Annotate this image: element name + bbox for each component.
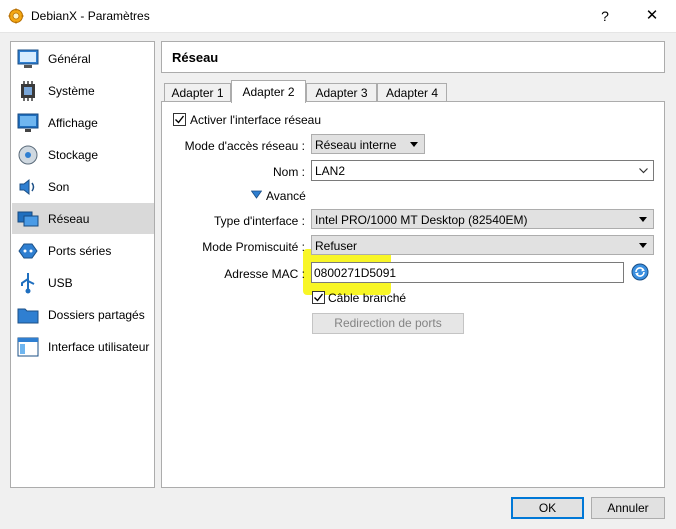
port-forwarding-button[interactable]: Redirection de ports: [312, 313, 464, 334]
sidebar-item-label: Dossiers partagés: [48, 308, 145, 322]
advanced-toggle[interactable]: Avancé: [266, 189, 306, 203]
sidebar-item-system[interactable]: Système: [12, 75, 154, 106]
sidebar-item-label: Ports séries: [48, 244, 112, 258]
shared-folders-icon: [17, 308, 39, 324]
sidebar-item-label: Affichage: [48, 116, 98, 130]
general-icon: [17, 49, 39, 68]
sidebar-item-serial-ports[interactable]: Ports séries: [12, 235, 154, 266]
network-name-label: Nom :: [272, 165, 305, 179]
enable-adapter-checkbox[interactable]: [173, 113, 186, 126]
chevron-down-icon: [639, 168, 648, 174]
sidebar-item-audio[interactable]: Son: [12, 171, 154, 202]
attach-mode-select[interactable]: Réseau interne: [311, 134, 425, 154]
sidebar-item-user-interface[interactable]: Interface utilisateur: [12, 331, 154, 362]
attach-mode-label: Mode d'accès réseau :: [184, 139, 305, 153]
page-title: Réseau: [172, 50, 219, 65]
sidebar-item-label: Système: [48, 84, 95, 98]
mac-address-value: 0800271D5091: [314, 266, 397, 280]
cable-connected-checkbox[interactable]: [312, 291, 325, 304]
network-icon: [17, 211, 39, 227]
tab-adapter-3[interactable]: Adapter 3: [306, 83, 377, 102]
promiscuous-mode-label: Mode Promiscuité :: [202, 240, 305, 254]
sidebar-item-storage[interactable]: Stockage: [12, 139, 154, 170]
attach-mode-value: Réseau interne: [315, 138, 397, 152]
settings-sidebar: Général Système Affichage Stockage Son R…: [10, 41, 155, 488]
sidebar-item-label: Réseau: [48, 212, 90, 226]
usb-icon: [21, 273, 35, 294]
display-icon: [17, 113, 39, 132]
close-button[interactable]: ✕: [632, 0, 672, 32]
app-gear-icon: [8, 8, 24, 24]
sidebar-item-display[interactable]: Affichage: [12, 107, 154, 138]
sidebar-item-label: Son: [48, 180, 70, 194]
mac-address-input[interactable]: 0800271D5091: [311, 262, 624, 283]
tab-adapter-2[interactable]: Adapter 2: [231, 80, 306, 103]
enable-adapter-label: Activer l'interface réseau: [190, 113, 322, 127]
promiscuous-mode-select[interactable]: Refuser: [311, 235, 654, 255]
adapter-type-value: Intel PRO/1000 MT Desktop (82540EM): [315, 213, 528, 227]
checkmark-icon: [314, 293, 324, 302]
cable-connected-label: Câble branché: [328, 291, 407, 305]
title-bar: DebianX - Paramètres ? ✕: [0, 0, 676, 33]
cancel-button[interactable]: Annuler: [591, 497, 665, 519]
ok-button[interactable]: OK: [511, 497, 584, 519]
adapter-type-label: Type d'interface :: [213, 214, 305, 228]
sidebar-item-usb[interactable]: USB: [12, 267, 154, 298]
advanced-expand-icon[interactable]: [251, 190, 262, 199]
tab-adapter-4[interactable]: Adapter 4: [377, 83, 447, 102]
tab-adapter-1[interactable]: Adapter 1: [164, 83, 231, 102]
sidebar-item-label: Interface utilisateur: [48, 340, 150, 354]
network-name-combo[interactable]: LAN2: [311, 160, 654, 181]
sidebar-item-label: Stockage: [48, 148, 99, 162]
sidebar-item-general[interactable]: Général: [12, 43, 154, 74]
audio-icon: [19, 178, 35, 196]
refresh-mac-icon[interactable]: [631, 263, 649, 281]
dropdown-arrow-icon: [410, 142, 418, 147]
dropdown-arrow-icon: [639, 217, 647, 222]
help-button[interactable]: ?: [590, 0, 620, 32]
sidebar-item-network[interactable]: Réseau: [12, 203, 154, 234]
window-title: DebianX - Paramètres: [31, 9, 150, 23]
storage-icon: [18, 145, 38, 165]
dropdown-arrow-icon: [639, 243, 647, 248]
page-header: Réseau: [161, 41, 665, 73]
serial-ports-icon: [18, 243, 38, 259]
sidebar-item-label: Général: [48, 52, 91, 66]
adapter-type-select[interactable]: Intel PRO/1000 MT Desktop (82540EM): [311, 209, 654, 229]
network-name-value: LAN2: [315, 164, 346, 178]
user-interface-icon: [17, 337, 39, 357]
promiscuous-mode-value: Refuser: [315, 239, 358, 253]
system-icon: [21, 81, 35, 101]
sidebar-item-label: USB: [48, 276, 73, 290]
sidebar-item-shared-folders[interactable]: Dossiers partagés: [12, 299, 154, 330]
mac-address-label: Adresse MAC :: [224, 267, 305, 281]
checkmark-icon: [175, 115, 185, 124]
